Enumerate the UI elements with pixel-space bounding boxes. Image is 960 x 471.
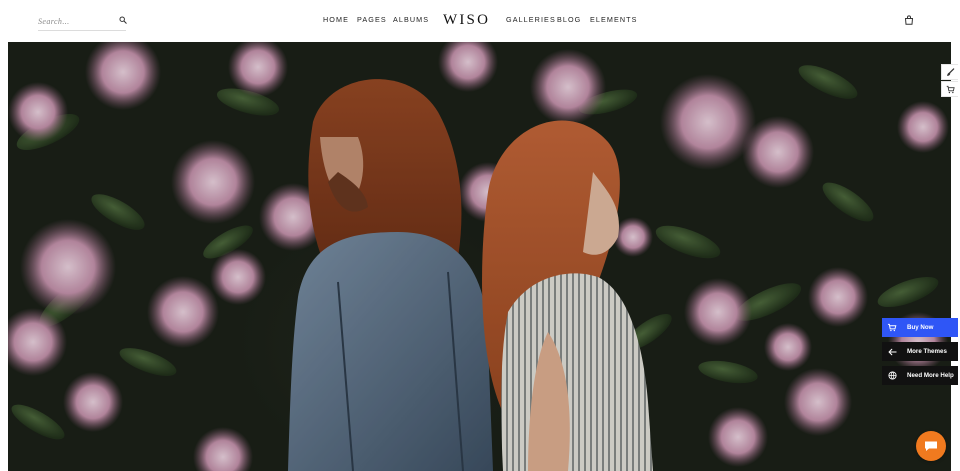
chat-button[interactable] bbox=[916, 431, 946, 461]
nav-blog[interactable]: BLOG bbox=[557, 15, 581, 24]
search-box bbox=[38, 11, 127, 31]
site-logo[interactable]: WISO bbox=[443, 12, 490, 30]
nav-galleries[interactable]: GALLERIES bbox=[506, 15, 556, 24]
customizer-tool[interactable] bbox=[941, 64, 958, 80]
more-themes-button[interactable]: More Themes bbox=[882, 342, 958, 361]
globe-icon bbox=[882, 366, 902, 385]
site-header: HOME PAGES ALBUMS WISO GALLERIES BLOG EL… bbox=[0, 0, 960, 42]
more-themes-label: More Themes bbox=[907, 348, 947, 355]
shopping-bag-icon[interactable] bbox=[904, 15, 914, 25]
nav-elements[interactable]: ELEMENTS bbox=[590, 15, 638, 24]
cart-icon bbox=[946, 85, 955, 93]
buy-now-label: Buy Now bbox=[907, 324, 934, 331]
cart-icon bbox=[882, 318, 902, 337]
hero-photo bbox=[8, 42, 951, 471]
nav-pages[interactable]: PAGES bbox=[357, 15, 387, 24]
paintbrush-icon bbox=[946, 67, 954, 76]
need-help-label: Need More Help bbox=[907, 372, 954, 379]
need-help-button[interactable]: Need More Help bbox=[882, 366, 958, 385]
hero-image bbox=[8, 42, 951, 471]
arrow-left-icon bbox=[882, 342, 902, 361]
search-icon[interactable] bbox=[119, 16, 127, 24]
side-cart-tool[interactable] bbox=[941, 81, 958, 97]
search-input[interactable] bbox=[38, 14, 114, 28]
buy-now-button[interactable]: Buy Now bbox=[882, 318, 958, 337]
chat-icon bbox=[925, 441, 937, 451]
nav-albums[interactable]: ALBUMS bbox=[393, 15, 429, 24]
nav-home[interactable]: HOME bbox=[323, 15, 349, 24]
